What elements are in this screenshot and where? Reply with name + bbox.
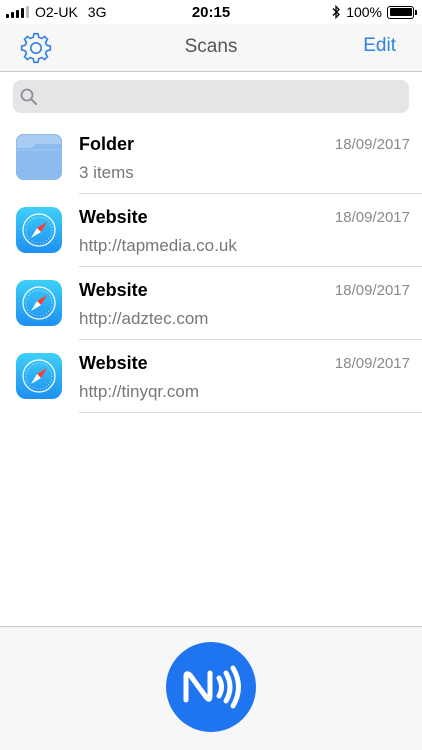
safari-icon (16, 353, 62, 399)
list-item-subtitle: http://tapmedia.co.uk (79, 236, 237, 255)
search-input[interactable] (45, 80, 401, 113)
edit-button[interactable]: Edit (363, 35, 396, 57)
page-title: Scans (184, 36, 238, 57)
battery-icon (387, 5, 417, 19)
list-item-website[interactable]: Website http://tapmedia.co.uk 18/09/2017 (0, 194, 422, 267)
bluetooth-icon (332, 5, 341, 19)
list-item-date: 18/09/2017 (334, 282, 410, 299)
list-item-title: Website (79, 353, 148, 373)
status-right: 100% (331, 4, 417, 20)
list-item-title: Website (79, 207, 148, 227)
safari-icon (16, 207, 62, 253)
scan-list: Folder 3 items 18/09/2017 Website http:/… (0, 121, 422, 413)
list-item-date: 18/09/2017 (334, 355, 410, 372)
list-item-website[interactable]: Website http://tinyqr.com 18/09/2017 (0, 340, 422, 413)
divider (79, 412, 422, 413)
list-item-subtitle: http://adztec.com (79, 309, 209, 328)
safari-icon (16, 280, 62, 326)
list-item-title: Folder (79, 134, 135, 154)
bottom-bar (0, 626, 422, 750)
nav-bar: Scans Edit (0, 24, 422, 72)
search-icon (20, 88, 37, 105)
list-item-date: 18/09/2017 (334, 209, 410, 226)
list-item-subtitle: 3 items (79, 163, 134, 182)
list-item-website[interactable]: Website http://adztec.com 18/09/2017 (0, 267, 422, 340)
folder-icon (16, 134, 62, 180)
search-bar[interactable] (13, 80, 409, 113)
list-item-subtitle: http://tinyqr.com (79, 382, 199, 401)
list-item-folder[interactable]: Folder 3 items 18/09/2017 (0, 121, 422, 194)
status-bar: O2-UK 3G 20:15 100% (0, 0, 422, 24)
list-item-title: Website (79, 280, 148, 300)
battery-percent: 100% (346, 4, 382, 20)
list-item-date: 18/09/2017 (334, 136, 410, 153)
nfc-scan-button[interactable] (166, 642, 256, 732)
nfc-icon (183, 665, 241, 709)
